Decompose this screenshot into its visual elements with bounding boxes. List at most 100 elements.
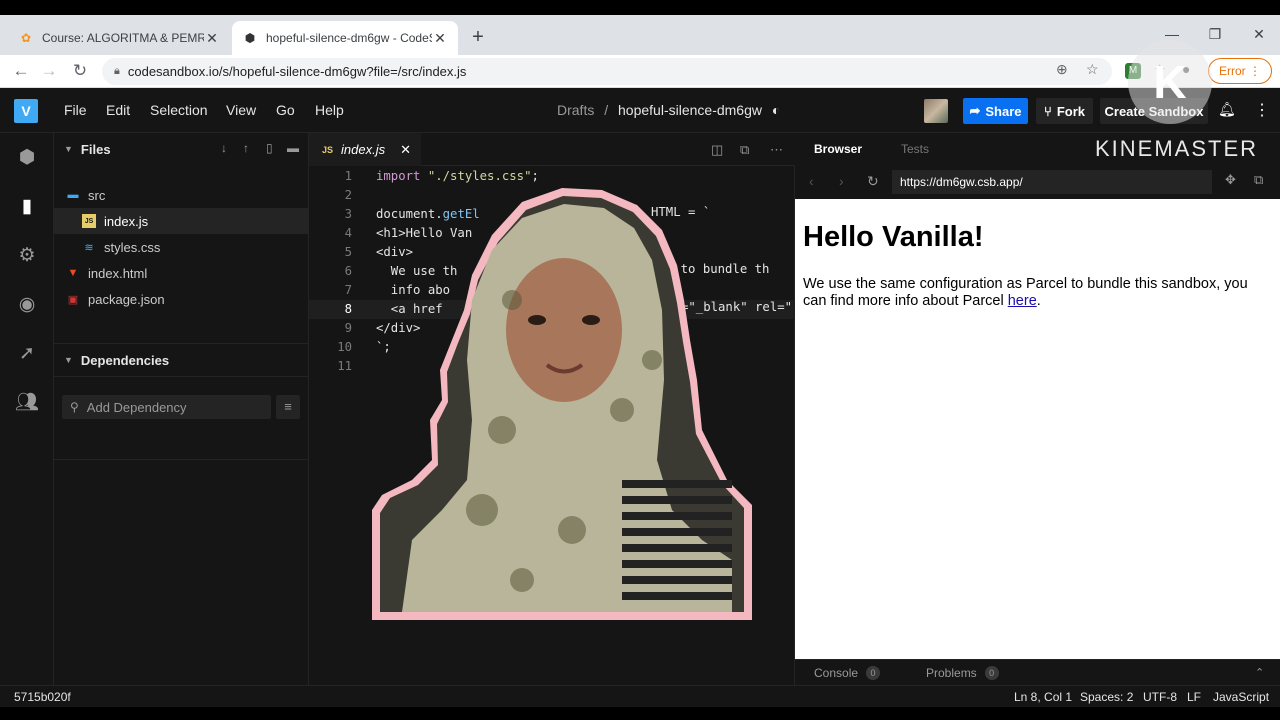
preview-heading: Hello Vanilla!: [803, 221, 984, 253]
cube-icon[interactable]: ⬢: [14, 145, 40, 171]
breadcrumb-separator: /: [604, 102, 609, 118]
dependencies-section-header[interactable]: ▼ Dependencies: [54, 344, 309, 376]
users-icon[interactable]: 👥︎: [14, 390, 40, 416]
add-dependency-input[interactable]: ⚲ Add Dependency: [62, 395, 271, 419]
fork-label: Fork: [1056, 103, 1085, 119]
close-icon[interactable]: ✕: [432, 30, 448, 47]
menu-icon[interactable]: ≡: [276, 395, 300, 419]
menu-help[interactable]: Help: [315, 102, 344, 118]
breadcrumb-drafts[interactable]: Drafts: [557, 102, 594, 118]
forward-arrow-icon[interactable]: ›: [839, 173, 844, 189]
js-badge: JS: [322, 144, 334, 155]
window-close-icon[interactable]: ✕: [1245, 23, 1273, 45]
url-input[interactable]: 🔒︎ codesandbox.io/s/hopeful-silence-dm6g…: [102, 58, 1112, 85]
open-external-icon[interactable]: ⧉: [1254, 172, 1263, 188]
gear-icon[interactable]: ⚙: [14, 243, 40, 269]
cursor-position[interactable]: Ln 8, Col 1: [1014, 690, 1072, 704]
share-icon: ➦: [969, 103, 981, 118]
tab-browser[interactable]: Browser: [814, 142, 862, 156]
fork-button[interactable]: ⑂ Fork: [1036, 98, 1093, 124]
bottom-black-bar: [0, 707, 1280, 720]
codesandbox-icon: ⬢: [244, 31, 256, 45]
bookmark-star-icon[interactable]: ☆: [1086, 61, 1099, 78]
editor-tab-label: index.js: [341, 142, 386, 157]
refresh-icon[interactable]: ↻: [867, 173, 879, 190]
rocket-icon[interactable]: ➚: [14, 341, 40, 367]
back-arrow-icon[interactable]: ←: [8, 59, 34, 83]
menu-go[interactable]: Go: [276, 102, 295, 118]
npm-file-icon: ▣: [67, 293, 79, 306]
more-vertical-icon[interactable]: ⋮: [1254, 100, 1270, 120]
file-item-styles-css[interactable]: ≋ styles.css: [54, 234, 309, 260]
tab-title: Course: ALGORITMA & PEMROG: [42, 31, 204, 45]
tab-tests[interactable]: Tests: [901, 142, 929, 156]
menu-edit[interactable]: Edit: [106, 102, 130, 118]
file-name: src: [88, 187, 106, 203]
console-count: 0: [866, 666, 881, 680]
browser-tab-course[interactable]: ✿ Course: ALGORITMA & PEMROG ✕: [8, 21, 230, 55]
problems-tab[interactable]: Problems 0: [926, 666, 999, 680]
error-label: Error: [1218, 64, 1246, 78]
split-view-icon[interactable]: ◫: [711, 142, 723, 158]
error-button[interactable]: Error ⋮: [1208, 58, 1272, 84]
file-item-index-html[interactable]: ▼ index.html: [54, 260, 309, 286]
github-icon[interactable]: ◉: [14, 292, 40, 318]
file-name: index.html: [88, 265, 148, 281]
fork-icon: ⑂: [1044, 103, 1052, 119]
close-icon[interactable]: ✕: [400, 142, 411, 158]
bell-icon[interactable]: 🔔︎: [1218, 101, 1236, 118]
upload-icon[interactable]: ↑: [243, 141, 249, 155]
crosshair-icon[interactable]: ✥: [1225, 172, 1236, 188]
globe-icon: ◐: [771, 102, 781, 118]
webcam-presenter-overlay: [372, 188, 752, 620]
restore-icon[interactable]: ❐: [1201, 23, 1229, 45]
preview-nav-bar: ‹ › ↻ https://dm6gw.csb.app/ ✥ ⧉: [795, 167, 1280, 199]
file-item-index-js[interactable]: JS index.js: [54, 208, 309, 234]
reload-icon[interactable]: ↻: [67, 59, 93, 83]
commit-hash: 5715b020f: [14, 690, 71, 704]
preview-url-input[interactable]: https://dm6gw.csb.app/: [892, 170, 1212, 194]
console-tab[interactable]: Console 0: [814, 666, 881, 680]
address-bar-row: ← → ↻ 🔒︎ codesandbox.io/s/hopeful-silenc…: [0, 55, 1280, 88]
forward-arrow-icon[interactable]: →: [36, 59, 62, 83]
problems-label: Problems: [926, 666, 977, 680]
language-mode[interactable]: JavaScript: [1213, 690, 1269, 704]
vanilla-logo-icon[interactable]: V: [14, 99, 38, 123]
file-item-package-json[interactable]: ▣ package.json: [54, 286, 309, 312]
file-icon[interactable]: ▮: [14, 194, 40, 220]
status-bar: 5715b020f Ln 8, Col 1 Spaces: 2 UTF-8 LF…: [0, 685, 1280, 707]
encoding[interactable]: UTF-8: [1143, 690, 1177, 704]
menu-view[interactable]: View: [226, 102, 256, 118]
codesandbox-header: V File Edit Selection View Go Help Draft…: [0, 88, 1280, 133]
chevron-down-icon: ▼: [64, 355, 73, 365]
file-name: index.js: [104, 213, 149, 229]
line-ending[interactable]: LF: [1187, 690, 1201, 704]
install-icon[interactable]: ⊕: [1056, 61, 1068, 78]
preview-window-icon[interactable]: ⧉: [740, 142, 749, 158]
browser-preview-pane: Browser Tests ‹ › ↻ https://dm6gw.csb.ap…: [795, 133, 1280, 685]
close-icon[interactable]: ✕: [204, 30, 220, 47]
preview-frame[interactable]: Hello Vanilla! We use the same configura…: [795, 199, 1280, 659]
share-button[interactable]: ➦ Share: [963, 98, 1028, 124]
menu-selection[interactable]: Selection: [150, 102, 208, 118]
avatar[interactable]: [924, 99, 948, 123]
preview-paragraph: We use the same configuration as Parcel …: [803, 276, 1272, 310]
new-tab-button[interactable]: +: [466, 25, 490, 49]
html-file-icon: ▼: [67, 267, 79, 279]
sandbox-name[interactable]: hopeful-silence-dm6gw: [618, 102, 762, 118]
parcel-link[interactable]: here: [1008, 293, 1037, 309]
browser-tab-codesandbox[interactable]: ⬢ hopeful-silence-dm6gw - CodeS ✕: [232, 21, 458, 55]
menu-file[interactable]: File: [64, 102, 87, 118]
new-folder-icon[interactable]: ▬: [287, 141, 299, 155]
files-title: Files: [80, 141, 111, 157]
file-item-src[interactable]: ▬ src: [54, 182, 309, 208]
top-black-bar: [0, 0, 1280, 15]
back-arrow-icon[interactable]: ‹: [809, 173, 814, 189]
new-file-icon[interactable]: ▯: [266, 141, 273, 155]
more-horizontal-icon[interactable]: ⋯: [770, 142, 783, 158]
indentation[interactable]: Spaces: 2: [1080, 690, 1133, 704]
download-icon[interactable]: ↓: [221, 141, 227, 155]
editor-tab-index-js[interactable]: JS index.js ✕: [309, 133, 421, 166]
chevron-up-icon[interactable]: ⌃: [1255, 666, 1264, 679]
editor-tabs: JS index.js ✕ ◫ ⧉ ⋯: [309, 133, 795, 166]
